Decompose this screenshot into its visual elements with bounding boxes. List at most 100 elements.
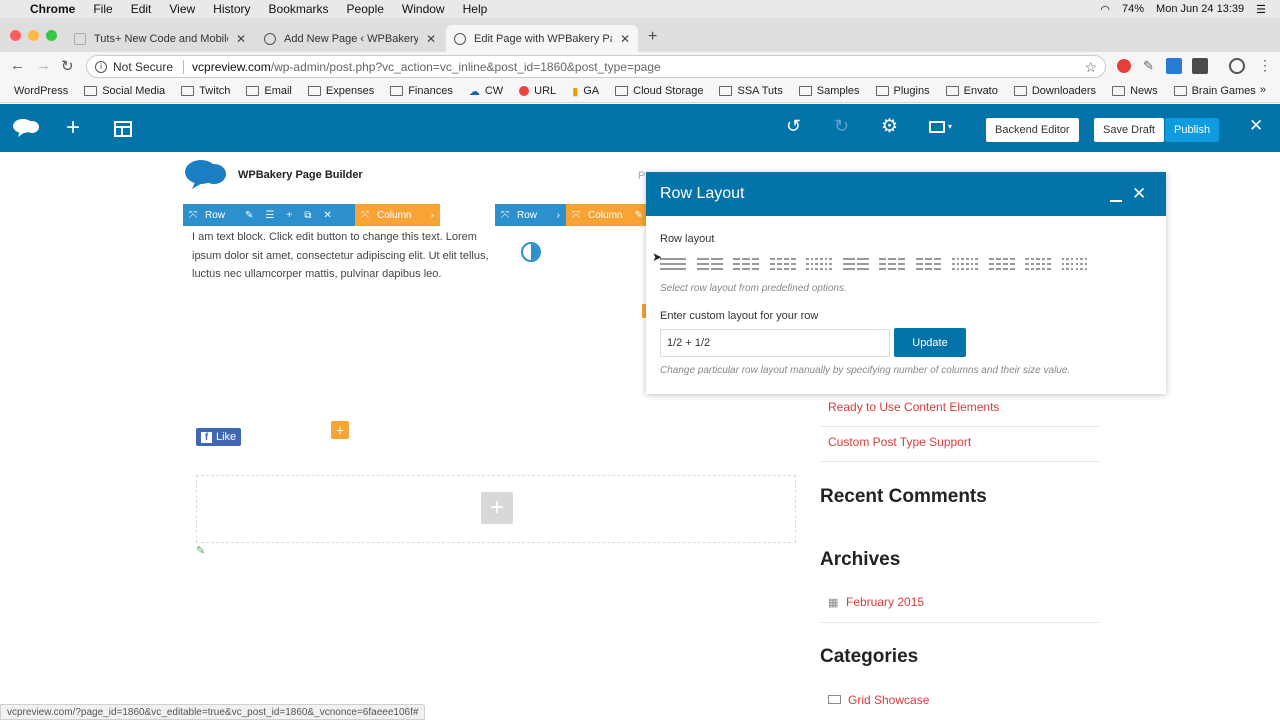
battery-level[interactable]: 74%	[1122, 3, 1144, 15]
minimize-icon[interactable]	[1110, 200, 1122, 202]
close-editor-icon[interactable]: ✕	[1249, 116, 1263, 136]
facebook-like-button[interactable]: f Like	[196, 428, 242, 446]
text-block[interactable]: I am text block. Click edit button to ch…	[192, 228, 492, 284]
bookmark-downloaders[interactable]: Downloaders	[1013, 85, 1096, 97]
bookmark-social-media[interactable]: Social Media	[84, 85, 165, 97]
row-edit-icon[interactable]: ✎	[239, 204, 259, 226]
row-add-icon[interactable]: +	[280, 204, 298, 226]
layout-option-icon[interactable]	[696, 258, 727, 272]
address-bar[interactable]: i Not Secure vcpreview.com /wp-admin/pos…	[86, 55, 1106, 78]
contrast-icon[interactable]	[521, 242, 541, 262]
bookmark-brain-games[interactable]: Brain Games	[1173, 85, 1256, 97]
window-zoom-button[interactable]	[46, 30, 57, 41]
bookmark-plugins[interactable]: Plugins	[875, 85, 930, 97]
close-tab-icon[interactable]: ✕	[426, 32, 436, 46]
column-move-handle[interactable]: ⤧ Column	[566, 204, 628, 226]
bookmark-envato[interactable]: Envato	[945, 85, 998, 97]
new-tab-button[interactable]: +	[648, 28, 657, 46]
sidebar-link-content-elements[interactable]: Ready to Use Content Elements	[828, 400, 999, 414]
menu-history[interactable]: History	[213, 2, 250, 16]
menu-window[interactable]: Window	[402, 2, 445, 16]
archive-link-february-2015[interactable]: February 2015	[846, 595, 924, 609]
column-move-handle[interactable]: ⤧ Column	[355, 204, 417, 226]
responsive-view-icon[interactable]	[929, 121, 945, 133]
close-tab-icon[interactable]: ✕	[236, 32, 246, 46]
layout-option-icon[interactable]	[806, 258, 836, 272]
bookmark-cloud-storage[interactable]: Cloud Storage	[615, 85, 703, 97]
layout-option-icon[interactable]	[879, 258, 909, 272]
layout-option-icon[interactable]	[952, 258, 982, 272]
notification-center-icon[interactable]: ☰	[1256, 3, 1266, 16]
tab-add-new-page[interactable]: Add New Page ‹ WPBakery Pa ✕	[256, 25, 444, 52]
sidebar-link-post-type[interactable]: Custom Post Type Support	[828, 435, 971, 449]
bookmark-news[interactable]: News	[1112, 85, 1158, 97]
layout-option-icon[interactable]	[769, 258, 800, 272]
menu-help[interactable]: Help	[463, 2, 488, 16]
bookmark-wordpress[interactable]: WordPress	[14, 85, 68, 97]
layout-option-icon[interactable]	[915, 258, 946, 272]
bookmark-email[interactable]: Email	[246, 85, 292, 97]
back-arrow-icon[interactable]: ←	[10, 57, 25, 74]
bookmarks-overflow-icon[interactable]: »	[1260, 84, 1266, 96]
redo-icon[interactable]: ↻	[834, 116, 849, 137]
empty-row-placeholder[interactable]: +	[196, 475, 796, 543]
menu-edit[interactable]: Edit	[131, 2, 152, 16]
bookmark-cw[interactable]: ☁ CW	[469, 85, 503, 98]
menu-app-name[interactable]: Chrome	[30, 2, 75, 16]
bookmark-url[interactable]: URL	[519, 85, 556, 97]
save-draft-button[interactable]: Save Draft	[1094, 118, 1164, 142]
reload-icon[interactable]: ↻	[61, 57, 74, 75]
backend-editor-button[interactable]: Backend Editor	[986, 118, 1079, 142]
layout-option-icon[interactable]	[733, 258, 763, 272]
row-move-handle[interactable]: ⤧ Row	[183, 204, 231, 226]
undo-icon[interactable]: ↺	[786, 116, 801, 137]
row-move-handle[interactable]: ⤧ Row	[495, 204, 543, 226]
more-menu-icon[interactable]: ⋮	[1258, 57, 1272, 74]
layout-option-icon[interactable]	[1061, 258, 1092, 272]
extension-pen-icon[interactable]: ✎	[1143, 58, 1154, 74]
profile-avatar-icon[interactable]	[1229, 58, 1245, 74]
layout-option-icon[interactable]	[660, 258, 690, 272]
update-button[interactable]: Update	[894, 328, 966, 357]
bookmark-star-icon[interactable]: ☆	[1084, 59, 1097, 76]
edit-pencil-icon[interactable]: ✎	[196, 544, 205, 557]
templates-icon[interactable]	[114, 121, 132, 137]
custom-layout-input[interactable]: 1/2 + 1/2	[660, 329, 890, 357]
bookmark-ga[interactable]: ▮ GA	[572, 85, 599, 98]
clock[interactable]: Mon Jun 24 13:39	[1156, 3, 1244, 15]
add-element-icon[interactable]: +	[66, 114, 80, 142]
close-icon[interactable]: ✕	[1132, 184, 1146, 204]
menu-people[interactable]: People	[347, 2, 384, 16]
window-minimize-button[interactable]	[28, 30, 39, 41]
category-link-grid-showcase[interactable]: Grid Showcase	[848, 693, 929, 707]
extension-red-icon[interactable]	[1117, 59, 1131, 73]
add-element-plus-icon[interactable]: +	[481, 492, 513, 524]
add-element-to-column-icon[interactable]: +	[331, 421, 349, 439]
layout-option-icon[interactable]	[988, 258, 1019, 272]
bookmark-finances[interactable]: Finances	[390, 85, 453, 97]
layout-option-icon[interactable]	[842, 258, 873, 272]
publish-button[interactable]: Publish	[1165, 118, 1220, 142]
tab-edit-page[interactable]: Edit Page with WPBakery Page ✕	[446, 25, 638, 52]
forward-arrow-icon[interactable]: →	[36, 57, 51, 74]
menu-file[interactable]: File	[93, 2, 112, 16]
bookmark-samples[interactable]: Samples	[798, 85, 860, 97]
chevron-right-icon[interactable]: ›	[425, 204, 440, 226]
row-clone-icon[interactable]: ⧉	[298, 204, 317, 226]
chevron-right-icon[interactable]: ›	[551, 204, 566, 226]
bookmark-twitch[interactable]: Twitch	[181, 85, 230, 97]
wpbakery-logo-icon[interactable]	[12, 118, 40, 137]
wifi-icon[interactable]: ◠	[1100, 3, 1110, 16]
bookmark-ssa-tuts[interactable]: SSA Tuts	[719, 85, 783, 97]
row-layout-icon[interactable]: ☰	[259, 204, 280, 226]
layout-option-icon[interactable]	[1025, 258, 1055, 272]
tab-tuts[interactable]: Tuts+ New Code and Mobile | T ✕	[66, 25, 254, 52]
extension-dark-icon[interactable]	[1192, 58, 1208, 74]
row-delete-icon[interactable]: ✕	[317, 204, 337, 226]
bookmark-expenses[interactable]: Expenses	[307, 85, 374, 97]
extension-blue-icon[interactable]	[1166, 58, 1182, 74]
chevron-down-icon[interactable]: ▾	[948, 122, 952, 131]
settings-gear-icon[interactable]: ⚙	[881, 115, 898, 138]
info-icon[interactable]: i	[95, 60, 107, 73]
window-close-button[interactable]	[10, 30, 21, 41]
